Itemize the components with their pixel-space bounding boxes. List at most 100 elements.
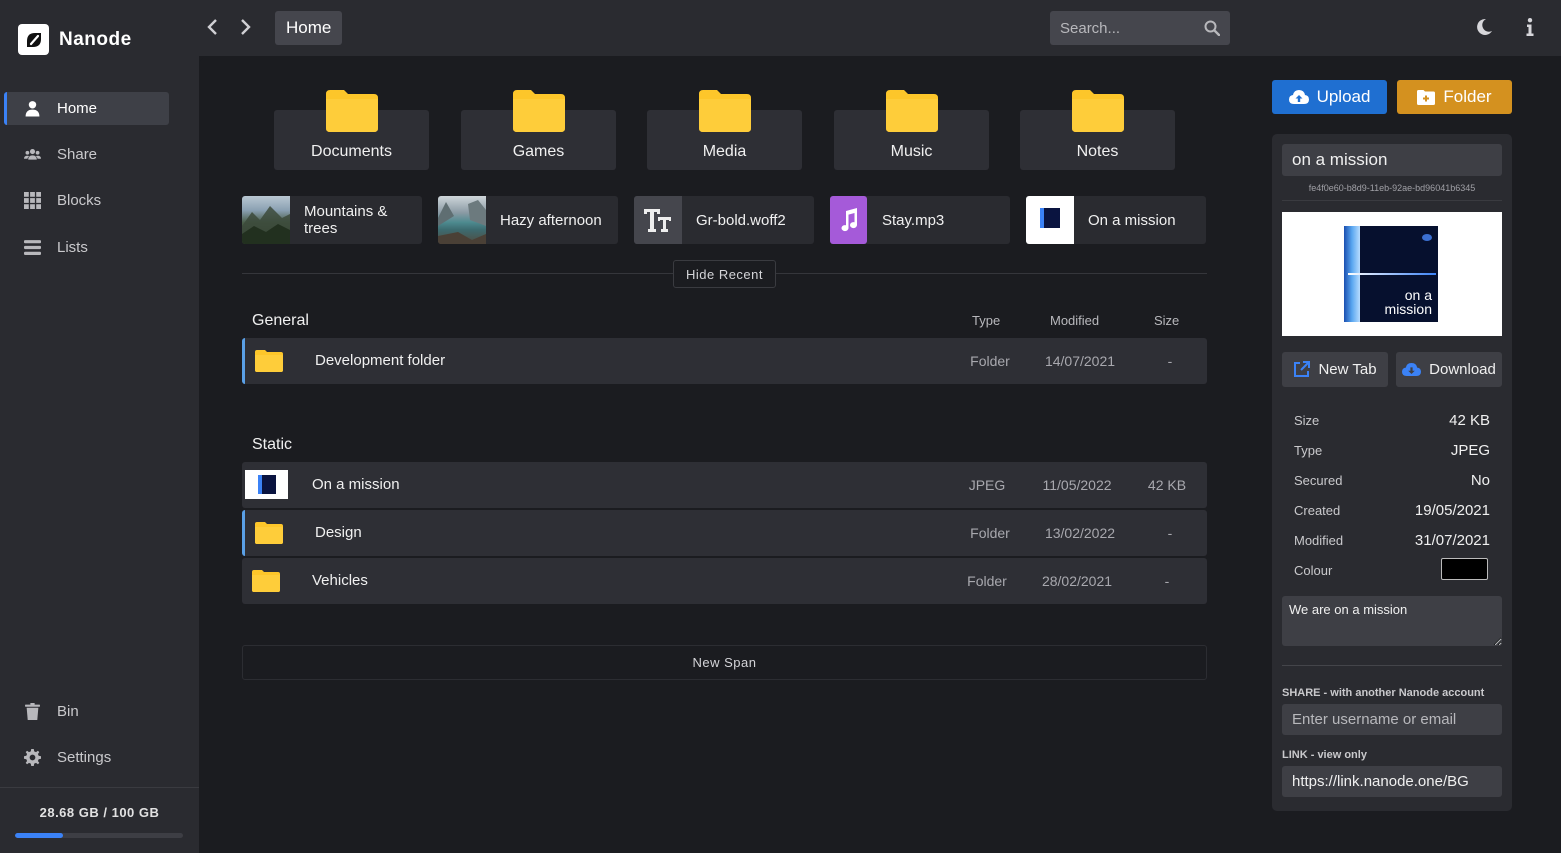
download-button[interactable]: Download: [1396, 352, 1502, 387]
storage-bar: [15, 833, 183, 838]
recent-item[interactable]: Hazy afternoon: [438, 196, 618, 244]
new-tab-button[interactable]: New Tab: [1282, 352, 1388, 387]
row-name: On a mission: [312, 476, 400, 493]
table-row[interactable]: Development folder Folder 14/07/2021 -: [242, 338, 1207, 384]
table-row[interactable]: Vehicles Folder 28/02/2021 -: [242, 558, 1207, 604]
new-tab-label: New Tab: [1318, 361, 1377, 378]
download-label: Download: [1429, 361, 1496, 378]
sidebar-item-settings[interactable]: Settings: [4, 741, 169, 774]
span-title: General: [252, 312, 309, 329]
upload-button[interactable]: Upload: [1272, 80, 1387, 114]
folder-tile[interactable]: Games: [461, 90, 616, 170]
share-link-field[interactable]: [1282, 766, 1502, 797]
cloud-upload-icon: [1288, 90, 1309, 104]
details-panel: on a mission fe4f0e60-b8d9-11eb-92ae-bd9…: [1272, 134, 1512, 811]
prop-value-modified: 31/07/2021: [1414, 532, 1490, 549]
sidebar-item-label: Home: [57, 100, 98, 117]
folder-label: Folder: [1443, 87, 1492, 106]
folder-label: Media: [702, 143, 747, 160]
recent-item-label: On a mission: [1088, 211, 1176, 229]
row-name: Design: [315, 524, 362, 541]
folder-icon: [255, 350, 283, 372]
item-name-field[interactable]: on a mission: [1282, 144, 1502, 176]
new-span-button[interactable]: New Span: [242, 645, 1207, 680]
image-preview: on a mission: [1282, 212, 1502, 336]
recent-item[interactable]: Mountains & trees: [242, 196, 422, 244]
folder-icon: [512, 90, 565, 132]
sidebar-item-lists[interactable]: Lists: [4, 231, 169, 264]
back-button[interactable]: [203, 15, 223, 39]
row-modified: 13/02/2022: [1044, 525, 1116, 541]
folder-icon: [1071, 90, 1124, 132]
row-name: Development folder: [315, 352, 446, 369]
column-header-size[interactable]: Size: [1154, 313, 1179, 328]
sidebar-item-label: Blocks: [57, 192, 102, 209]
sidebar-item-share[interactable]: Share: [4, 138, 169, 171]
prop-value-created: 19/05/2021: [1414, 502, 1490, 519]
sidebar-item-home[interactable]: Home: [4, 92, 169, 125]
row-size: -: [1164, 573, 1170, 589]
sidebar-item-label: Bin: [57, 703, 79, 720]
users-icon: [24, 148, 41, 160]
search-icon[interactable]: [1204, 20, 1220, 36]
link-label: LINK - view only: [1282, 749, 1367, 761]
table-row[interactable]: Design Folder 13/02/2022 -: [242, 510, 1207, 556]
share-input[interactable]: [1282, 704, 1502, 735]
span-title: Static: [252, 436, 293, 453]
row-modified: 11/05/2022: [1042, 477, 1112, 493]
prop-label-size: Size: [1294, 413, 1320, 428]
folder-icon: [885, 90, 938, 132]
breadcrumb[interactable]: Home: [275, 11, 343, 45]
prop-value-type: JPEG: [1450, 442, 1490, 459]
folder-tile[interactable]: Documents: [274, 90, 429, 170]
upload-label: Upload: [1316, 87, 1371, 106]
recent-item-label: Stay.mp3: [882, 211, 945, 229]
column-header-modified[interactable]: Modified: [1050, 313, 1099, 328]
storage-usage: 28.68 GB / 100 GB: [0, 787, 199, 853]
sidebar: Nanode Home Share Blocks Lists Bin Setti…: [0, 0, 199, 853]
search-box: [1050, 11, 1230, 45]
top-bar: Home: [199, 0, 1561, 56]
trash-icon: [25, 703, 40, 720]
chevron-right-icon: [241, 19, 251, 35]
folder-tile[interactable]: Media: [647, 90, 802, 170]
search-input[interactable]: [1050, 11, 1190, 45]
folder-label: Documents: [311, 143, 392, 160]
gear-icon: [24, 749, 41, 766]
nanode-logo-icon: [18, 24, 49, 55]
sidebar-item-bin[interactable]: Bin: [4, 695, 169, 728]
table-row[interactable]: On a mission JPEG 11/05/2022 42 KB: [242, 462, 1207, 508]
sidebar-item-label: Lists: [57, 239, 88, 256]
sidebar-item-blocks[interactable]: Blocks: [4, 184, 169, 217]
user-icon: [25, 101, 40, 117]
folder-label: Games: [512, 143, 565, 160]
font-icon: [634, 196, 682, 244]
info-button[interactable]: [1519, 16, 1541, 38]
row-type: Folder: [970, 525, 1010, 541]
column-header-type[interactable]: Type: [972, 313, 1000, 328]
folder-tile[interactable]: Music: [834, 90, 989, 170]
logo[interactable]: Nanode: [18, 24, 132, 55]
row-size: -: [1167, 353, 1173, 369]
prop-value-size: 42 KB: [1449, 412, 1490, 429]
recent-item-label: Mountains & trees: [304, 203, 388, 237]
share-label: SHARE - with another Nanode account: [1282, 687, 1485, 699]
colour-picker[interactable]: [1441, 558, 1488, 580]
grid-icon: [24, 192, 41, 209]
forward-button[interactable]: [235, 15, 255, 39]
sidebar-item-label: Settings: [57, 749, 112, 766]
recent-item[interactable]: On a mission: [1026, 196, 1206, 244]
description-textarea[interactable]: We are on a mission: [1282, 596, 1502, 646]
recent-item[interactable]: Stay.mp3: [830, 196, 1010, 244]
mission-image-thumbnail: [245, 470, 288, 499]
recent-item-label: Hazy afternoon: [500, 211, 602, 229]
recent-item[interactable]: Gr-bold.woff2: [634, 196, 814, 244]
hide-recent-button[interactable]: Hide Recent: [673, 260, 776, 288]
item-id: fe4f0e60-b8d9-11eb-92ae-bd96041b6345: [1308, 183, 1476, 193]
folder-icon: [325, 90, 378, 132]
dark-mode-toggle[interactable]: [1473, 16, 1495, 38]
new-folder-button[interactable]: Folder: [1397, 80, 1512, 114]
preview-text: on a mission: [1384, 287, 1432, 317]
folder-icon: [252, 570, 280, 592]
folder-tile[interactable]: Notes: [1020, 90, 1175, 170]
